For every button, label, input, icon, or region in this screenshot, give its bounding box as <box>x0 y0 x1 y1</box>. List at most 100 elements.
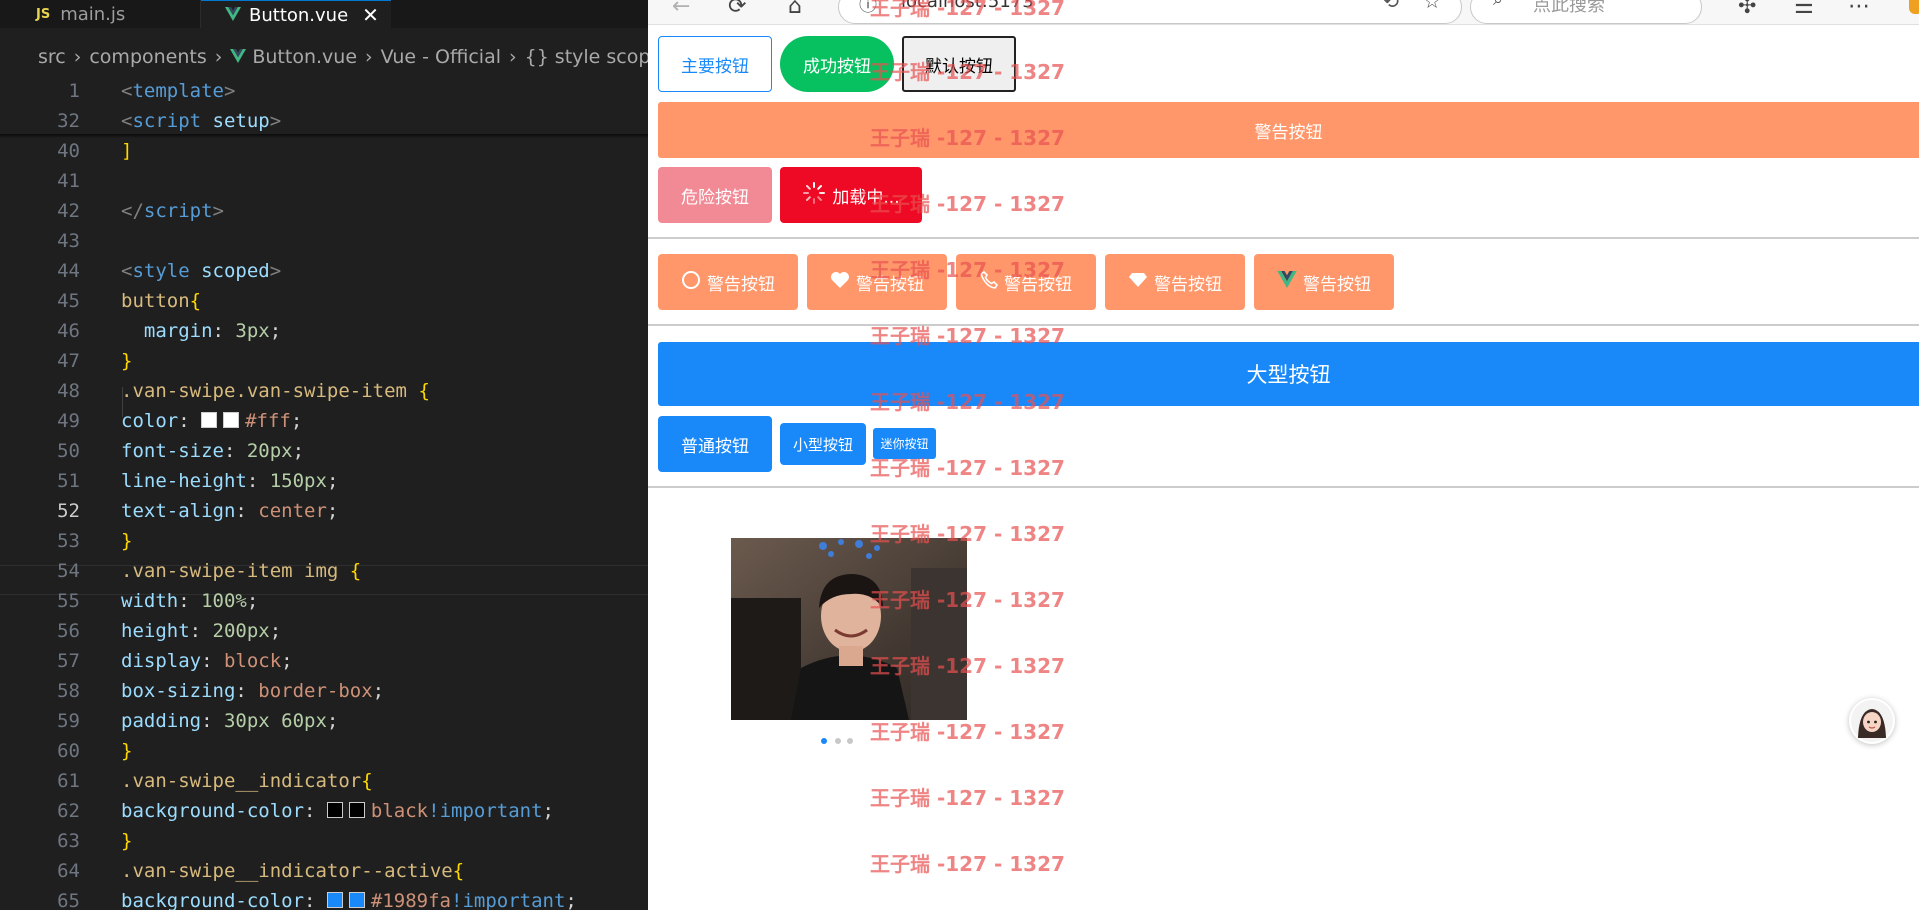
circle-icon <box>681 270 701 295</box>
tab-main-js[interactable]: JS main.js <box>0 0 201 28</box>
button-label: 警告按钮 <box>707 274 775 295</box>
color-swatch[interactable] <box>326 802 343 818</box>
code-line: 65 background-color: #1989fa!important; <box>0 886 648 910</box>
code-token: padding <box>121 710 202 732</box>
tab-button-vue[interactable]: Button.vue ✕ <box>201 0 391 29</box>
close-icon[interactable]: ✕ <box>362 3 379 27</box>
primary-button[interactable]: 主要按钮 <box>658 36 772 92</box>
extensions-icon[interactable]: ✣ <box>1738 0 1756 19</box>
watermark-text: 王子瑞 -127 - 1327 <box>870 258 1065 282</box>
color-swatch[interactable] <box>223 412 240 428</box>
swipe-image[interactable] <box>731 538 967 720</box>
swipe-indicator[interactable] <box>835 738 841 744</box>
button-label: 警告按钮 <box>1303 274 1371 295</box>
watermark-text: 王子瑞 -127 - 1327 <box>870 588 1065 612</box>
code-token: block <box>223 650 282 672</box>
code-token: box-sizing <box>121 680 236 702</box>
refresh-icon[interactable]: ⟳ <box>728 0 746 19</box>
reader-mode-icon[interactable]: ⟲ <box>1382 0 1399 13</box>
color-swatch[interactable] <box>201 412 218 428</box>
code-token: scoped <box>201 260 270 282</box>
divider <box>648 237 1919 239</box>
back-icon[interactable]: ← <box>672 0 690 19</box>
code-token: #fff <box>245 410 291 432</box>
code-token: 20px <box>246 440 293 462</box>
code-line: 51 line-height: 150px; <box>0 466 648 496</box>
line-number: 45 <box>57 290 80 312</box>
chevron-right-icon: › <box>509 46 517 68</box>
warning-icon-button[interactable]: 警告按钮 <box>658 254 798 310</box>
search-box[interactable]: ⌕ 点此搜索 <box>1470 0 1702 24</box>
line-number: 61 <box>57 770 80 792</box>
breadcrumb-scope[interactable]: style scoped <box>555 46 648 68</box>
watermark-text: 王子瑞 -127 - 1327 <box>870 126 1065 150</box>
small-button[interactable]: 小型按钮 <box>780 423 866 465</box>
code-editor: JS main.js Button.vue ✕ src › components… <box>0 0 648 910</box>
line-number: 49 <box>57 410 80 432</box>
code-token: setup <box>212 110 270 132</box>
code-token: text-align <box>121 500 236 522</box>
browser-toolbar: ← ⟳ ⌂ ⓘ localhost:5173 ⟲ ☆ ⌕ 点此搜索 ✣ ☰ ⋯ <box>648 0 1919 25</box>
line-number: 51 <box>57 470 80 492</box>
code-line: 59 padding: 30px 60px; <box>0 706 648 736</box>
code-token: height <box>121 620 190 642</box>
breadcrumb: src › components › Button.vue › Vue - Of… <box>0 44 648 70</box>
normal-button[interactable]: 普通按钮 <box>658 416 772 472</box>
warning-block-button[interactable]: 警告按钮 <box>658 102 1919 158</box>
code-line: 56 height: 200px; <box>0 616 648 646</box>
code-token: display <box>121 650 202 672</box>
code-token: 150px <box>269 470 327 492</box>
code-line: 63} <box>0 826 648 856</box>
warning-icon-button[interactable]: 警告按钮 <box>1254 254 1394 310</box>
more-icon[interactable]: ⋯ <box>1848 0 1870 19</box>
star-icon[interactable]: ☆ <box>1423 0 1441 13</box>
code-line: 45 button{ <box>0 286 648 316</box>
line-number: 32 <box>57 110 80 132</box>
line-number: 44 <box>57 260 80 282</box>
swipe-indicator-active[interactable] <box>821 738 827 744</box>
code-line: 32 <script setup> <box>0 106 648 136</box>
code-token: script <box>143 200 213 222</box>
diamond-icon <box>1128 272 1148 293</box>
breadcrumb-file[interactable]: Button.vue <box>252 46 357 68</box>
favorites-icon[interactable]: ☰ <box>1794 0 1814 19</box>
watermark-text: 王子瑞 -127 - 1327 <box>870 390 1065 414</box>
color-swatch[interactable] <box>326 892 343 908</box>
breadcrumb-src[interactable]: src <box>38 46 66 68</box>
code-token: 100% <box>201 590 247 612</box>
color-swatch[interactable] <box>348 802 365 818</box>
code-token: style <box>132 260 190 282</box>
code-token: font-size <box>121 440 224 462</box>
watermark-text: 王子瑞 -127 - 1327 <box>870 0 1065 20</box>
browser-window: ← ⟳ ⌂ ⓘ localhost:5173 ⟲ ☆ ⌕ 点此搜索 ✣ ☰ ⋯ … <box>648 0 1919 910</box>
code-line: 43 <box>0 226 648 256</box>
color-swatch[interactable] <box>348 892 365 908</box>
line-number: 46 <box>57 320 80 342</box>
watermark-text: 王子瑞 -127 - 1327 <box>870 192 1065 216</box>
code-line: 53} <box>0 526 648 556</box>
line-number: 52 <box>57 500 80 522</box>
code-line: 1 <template> <box>0 76 648 106</box>
js-file-icon: JS <box>36 6 51 22</box>
swipe-indicator[interactable] <box>847 738 853 744</box>
code-token: center <box>258 500 327 522</box>
large-button[interactable]: 大型按钮 <box>658 342 1919 406</box>
code-line: 60} <box>0 736 648 766</box>
button-label: 警告按钮 <box>1154 274 1222 295</box>
breadcrumb-language[interactable]: Vue - Official <box>381 46 501 68</box>
code-token: !important <box>428 800 543 822</box>
danger-button[interactable]: 危险按钮 <box>658 167 772 223</box>
line-number: 54 <box>57 560 80 582</box>
code-token: border-box <box>258 680 373 702</box>
assistant-avatar[interactable] <box>1849 698 1895 744</box>
chevron-right-icon: › <box>214 46 223 68</box>
tab-label: Button.vue <box>249 4 349 26</box>
breadcrumb-components[interactable]: components <box>89 46 206 68</box>
warning-icon-button[interactable]: 警告按钮 <box>1105 254 1245 310</box>
watermark-text: 王子瑞 -127 - 1327 <box>870 786 1065 810</box>
home-icon[interactable]: ⌂ <box>788 0 802 19</box>
watermark-text: 王子瑞 -127 - 1327 <box>870 456 1065 480</box>
copilot-icon[interactable] <box>1909 0 1919 14</box>
watermark-text: 王子瑞 -127 - 1327 <box>870 720 1065 744</box>
code-line: 57 display: block; <box>0 646 648 676</box>
